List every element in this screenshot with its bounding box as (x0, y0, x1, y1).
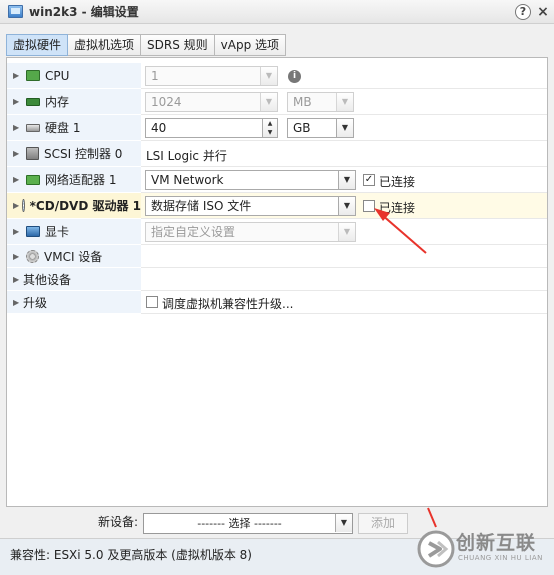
expand-icon[interactable]: ▶ (13, 227, 23, 236)
watermark-name-en: CHUANG XIN HU LIAN (458, 554, 543, 562)
add-device-button[interactable]: 添加 (358, 513, 408, 534)
scsi-label: SCSI 控制器 0 (44, 147, 123, 161)
vmci-icon (26, 249, 39, 263)
watermark-name-cn: 创新互联 (456, 532, 537, 554)
new-device-select-value: ------- 选择 ------- (197, 517, 282, 530)
close-icon[interactable]: × (535, 4, 551, 20)
spinner-icon[interactable]: ▲ ▼ (262, 119, 277, 137)
video-label: 显卡 (45, 225, 70, 239)
video-card-icon (26, 226, 40, 237)
network-connected-label: 已连接 (379, 175, 416, 189)
row-other-devices: ▶ 其他设备 (7, 268, 547, 291)
row-video-card: ▶ 显卡 指定自定义设置 ▼ (7, 219, 547, 245)
expand-icon[interactable]: ▶ (13, 149, 23, 158)
expand-icon[interactable]: ▶ (13, 201, 19, 210)
tab-virtual-hardware[interactable]: 虚拟硬件 (6, 34, 69, 56)
row-hard-disk: ▶ 硬盘 1 40 ▲ ▼ GB ▼ (7, 115, 547, 141)
cpu-icon (26, 70, 40, 81)
cpu-select[interactable]: 1 ▼ (145, 66, 278, 86)
cd-dvd-icon (22, 199, 25, 212)
scsi-controller-icon (26, 147, 39, 160)
cd-dvd-source-select[interactable]: 数据存储 ISO 文件 ▼ (145, 196, 356, 216)
memory-unit: MB (293, 95, 312, 109)
hardware-panel: ▶ CPU 1 ▼ i ▶ 内存 1024 ▼ MB ▼ ▶ 硬盘 1 40 ▲… (6, 57, 548, 507)
cd-dvd-source-value: 数据存储 ISO 文件 (151, 199, 252, 213)
upgrade-label: 升级 (23, 295, 48, 310)
expand-icon[interactable]: ▶ (13, 97, 23, 106)
network-connected-checkbox[interactable]: ✓ (363, 174, 375, 186)
new-device-label: 新设备: (98, 515, 139, 529)
memory-icon (26, 97, 40, 106)
expand-icon[interactable]: ▶ (13, 252, 23, 261)
video-settings-select[interactable]: 指定自定义设置 ▼ (145, 222, 356, 242)
expand-icon[interactable]: ▶ (13, 71, 23, 80)
disk-label: 硬盘 1 (45, 121, 81, 135)
memory-label: 内存 (45, 95, 70, 109)
info-icon[interactable]: i (288, 70, 301, 83)
cd-dvd-label: *CD/DVD 驱动器 1 (29, 199, 141, 213)
chevron-down-icon[interactable]: ▼ (336, 93, 353, 111)
disk-icon (26, 123, 40, 132)
expand-icon[interactable]: ▶ (13, 123, 23, 132)
row-vmci-device: ▶ VMCI 设备 (7, 245, 547, 268)
watermark-logo-icon (417, 530, 455, 568)
row-memory: ▶ 内存 1024 ▼ MB ▼ (7, 89, 547, 115)
memory-unit-select[interactable]: MB ▼ (287, 92, 354, 112)
expand-icon[interactable]: ▶ (13, 175, 23, 184)
memory-value: 1024 (151, 95, 182, 109)
network-select[interactable]: VM Network ▼ (145, 170, 356, 190)
disk-size-value: 40 (151, 121, 167, 135)
row-scsi-controller: ▶ SCSI 控制器 0 LSI Logic 并行 (7, 141, 547, 167)
other-devices-label: 其他设备 (23, 272, 72, 287)
network-adapter-icon (26, 174, 40, 185)
tab-bar: 虚拟硬件 虚拟机选项 SDRS 规则 vApp 选项 (6, 34, 287, 56)
row-cpu: ▶ CPU 1 ▼ i (7, 63, 547, 89)
disk-size-input[interactable]: 40 ▲ ▼ (145, 118, 278, 138)
network-value: VM Network (151, 173, 224, 187)
scsi-value: LSI Logic 并行 (146, 149, 227, 163)
chevron-down-icon[interactable]: ▼ (336, 119, 353, 137)
video-settings-value: 指定自定义设置 (151, 225, 236, 239)
chevron-down-icon[interactable]: ▼ (338, 171, 355, 189)
watermark-logo: 创新互联 CHUANG XIN HU LIAN (412, 524, 554, 572)
chevron-down-icon[interactable]: ▼ (260, 67, 277, 85)
compatibility-text: 兼容性: ESXi 5.0 及更高版本 (虚拟机版本 8) (10, 548, 252, 562)
window-title: win2k3 - 编辑设置 (29, 5, 139, 19)
disk-unit-select[interactable]: GB ▼ (287, 118, 354, 138)
chevron-down-icon[interactable]: ▼ (338, 197, 355, 215)
cpu-value: 1 (151, 69, 159, 83)
help-icon[interactable]: ? (515, 4, 531, 20)
memory-input[interactable]: 1024 ▼ (145, 92, 278, 112)
expand-icon[interactable]: ▶ (13, 298, 23, 307)
chevron-down-icon[interactable]: ▼ (260, 93, 277, 111)
network-label: 网络适配器 1 (45, 173, 117, 187)
cpu-label: CPU (45, 68, 70, 83)
row-network-adapter: ▶ 网络适配器 1 VM Network ▼ ✓ 已连接 (7, 167, 547, 193)
title-bar: win2k3 - 编辑设置 ? × (0, 0, 554, 24)
tab-vapp-options[interactable]: vApp 选项 (214, 34, 287, 56)
tab-sdrs-rules[interactable]: SDRS 规则 (141, 34, 215, 56)
disk-unit: GB (293, 121, 311, 135)
chevron-down-icon[interactable]: ▼ (338, 223, 355, 241)
vmci-label: VMCI 设备 (44, 249, 103, 264)
chevron-down-icon[interactable]: ▼ (335, 514, 352, 532)
new-device-select[interactable]: ------- 选择 ------- ▼ (143, 513, 353, 534)
upgrade-checkbox[interactable] (146, 296, 158, 308)
virtual-machine-icon (8, 5, 23, 18)
row-cd-dvd-drive: ▶ *CD/DVD 驱动器 1 数据存储 ISO 文件 ▼ 已连接 (7, 193, 547, 219)
cd-dvd-connected-checkbox[interactable] (363, 200, 375, 212)
row-upgrade: ▶ 升级 调度虚拟机兼容性升级... (7, 291, 547, 314)
upgrade-checkbox-label: 调度虚拟机兼容性升级... (162, 297, 294, 311)
cd-dvd-connected-label: 已连接 (379, 201, 416, 215)
expand-icon[interactable]: ▶ (13, 275, 23, 284)
tab-vm-options[interactable]: 虚拟机选项 (68, 34, 142, 56)
